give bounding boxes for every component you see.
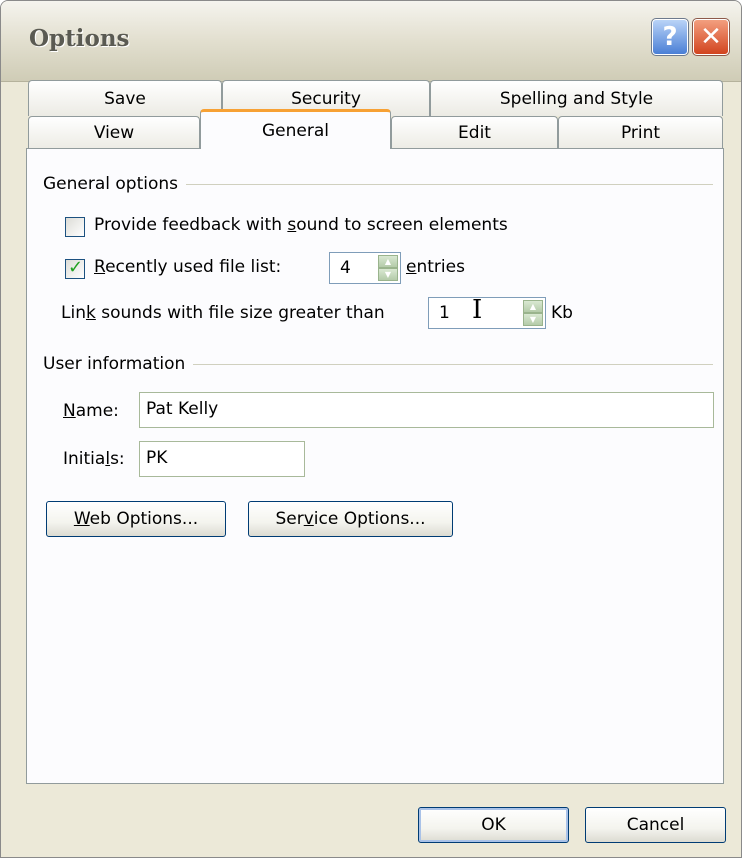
- initials-label: Initials:: [63, 449, 125, 469]
- recent-files-spinner[interactable]: 4 ▲ ▼: [329, 252, 401, 284]
- link-sounds-label: Link sounds with file size greater than: [61, 303, 385, 323]
- link-sounds-value: 1: [439, 303, 450, 323]
- ok-button[interactable]: OK: [418, 807, 569, 843]
- general-tab-panel: [26, 148, 724, 784]
- spinner-arrows[interactable]: ▲ ▼: [378, 255, 398, 281]
- web-options-button[interactable]: Web Options...: [46, 501, 226, 537]
- tab-general[interactable]: General: [200, 109, 391, 149]
- help-icon: ?: [662, 22, 678, 52]
- tab-label: Security: [291, 88, 361, 109]
- title-bar[interactable]: Options ? ✕: [1, 1, 741, 82]
- tab-save[interactable]: Save: [28, 80, 222, 116]
- recent-files-suffix: entries: [406, 257, 465, 277]
- spin-up-icon[interactable]: ▲: [523, 300, 543, 313]
- close-button[interactable]: ✕: [692, 18, 730, 56]
- service-options-label: Service Options...: [275, 509, 426, 529]
- cancel-label: Cancel: [626, 815, 685, 835]
- spin-up-icon[interactable]: ▲: [378, 255, 398, 268]
- feedback-label: Provide feedback with sound to screen el…: [94, 215, 508, 235]
- tab-label: General: [262, 120, 329, 141]
- link-sounds-suffix: Kb: [551, 303, 573, 323]
- initials-field[interactable]: PK: [139, 441, 305, 477]
- text-cursor-icon: I: [472, 295, 483, 325]
- tab-edit[interactable]: Edit: [391, 116, 558, 149]
- close-icon: ✕: [700, 22, 722, 52]
- options-dialog: Options ? ✕ Save Security Spelling and S…: [0, 0, 742, 858]
- recent-files-checkbox[interactable]: ✓: [65, 257, 85, 279]
- user-information-label: User information: [43, 354, 194, 374]
- cancel-button[interactable]: Cancel: [585, 807, 726, 843]
- spinner-arrows[interactable]: ▲ ▼: [523, 300, 543, 326]
- tab-label: Save: [104, 88, 146, 109]
- recent-files-value: 4: [340, 258, 351, 278]
- checkmark-icon: ✓: [68, 257, 84, 278]
- name-label: Name:: [63, 401, 119, 421]
- recent-files-label: Recently used file list:: [94, 257, 282, 277]
- web-options-label: Web Options...: [73, 509, 199, 529]
- tab-view[interactable]: View: [28, 116, 200, 149]
- link-sounds-spinner[interactable]: 1 ▲ ▼: [428, 297, 546, 329]
- tab-label: Edit: [458, 123, 491, 143]
- spin-down-icon[interactable]: ▼: [523, 313, 543, 326]
- service-options-button[interactable]: Service Options...: [248, 501, 453, 537]
- tab-spelling-and-style[interactable]: Spelling and Style: [430, 80, 723, 116]
- tab-label: Print: [620, 123, 661, 143]
- name-field[interactable]: Pat Kelly: [139, 392, 714, 428]
- feedback-checkbox[interactable]: [65, 217, 85, 237]
- general-options-label: General options: [43, 174, 187, 194]
- ok-label: OK: [481, 815, 506, 835]
- tab-label: View: [93, 123, 135, 143]
- tab-label: Spelling and Style: [499, 88, 654, 109]
- tab-print[interactable]: Print: [558, 116, 723, 149]
- help-button[interactable]: ?: [651, 18, 689, 56]
- window-title: Options: [29, 25, 130, 52]
- spin-down-icon[interactable]: ▼: [378, 268, 398, 281]
